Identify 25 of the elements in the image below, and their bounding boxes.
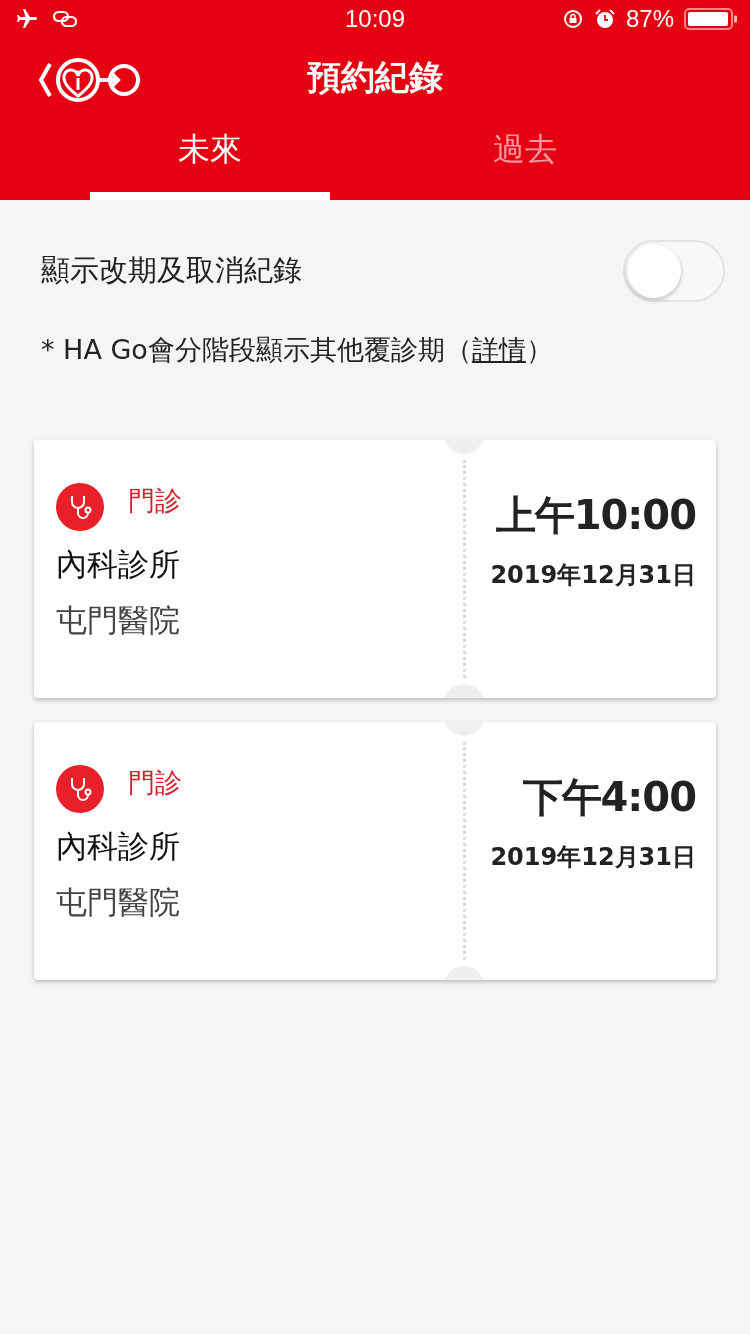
appointment-date: 2019年12月31日 — [490, 842, 696, 873]
tab[interactable]: 未來 — [90, 118, 330, 200]
toggle-label: 顯示改期及取消紀錄 — [41, 252, 302, 289]
rotation-lock-icon — [561, 8, 584, 31]
stethoscope-icon — [56, 765, 104, 813]
stethoscope-icon — [56, 483, 104, 531]
appointment-card[interactable]: 門診 內科診所 屯門醫院 上午10:00 2019年12月31日 — [34, 440, 716, 698]
note-text: * HA Go會分階段顯示其他覆診期（詳情） — [41, 333, 554, 367]
link-icon — [52, 9, 78, 30]
details-link[interactable]: 詳情 — [471, 334, 526, 365]
clinic-name: 內科診所 — [56, 827, 181, 866]
hospital-name: 屯門醫院 — [56, 601, 181, 640]
status-time: 10:09 — [344, 5, 406, 34]
appointment-time: 上午10:00 — [495, 491, 696, 540]
appointment-type: 門診 — [128, 484, 182, 518]
hospital-name: 屯門醫院 — [56, 883, 181, 922]
appointment-date: 2019年12月31日 — [490, 560, 696, 591]
page-title: 預約紀錄 — [307, 56, 443, 100]
clinic-name: 內科診所 — [56, 545, 181, 584]
appointment-card[interactable]: 門診 內科診所 屯門醫院 下午4:00 2019年12月31日 — [34, 722, 716, 980]
battery-percent: 87% — [625, 5, 674, 34]
battery-icon — [684, 7, 738, 32]
appointment-type: 門診 — [128, 766, 182, 800]
appointment-time: 下午4:00 — [522, 773, 696, 822]
alarm-icon — [593, 8, 616, 31]
